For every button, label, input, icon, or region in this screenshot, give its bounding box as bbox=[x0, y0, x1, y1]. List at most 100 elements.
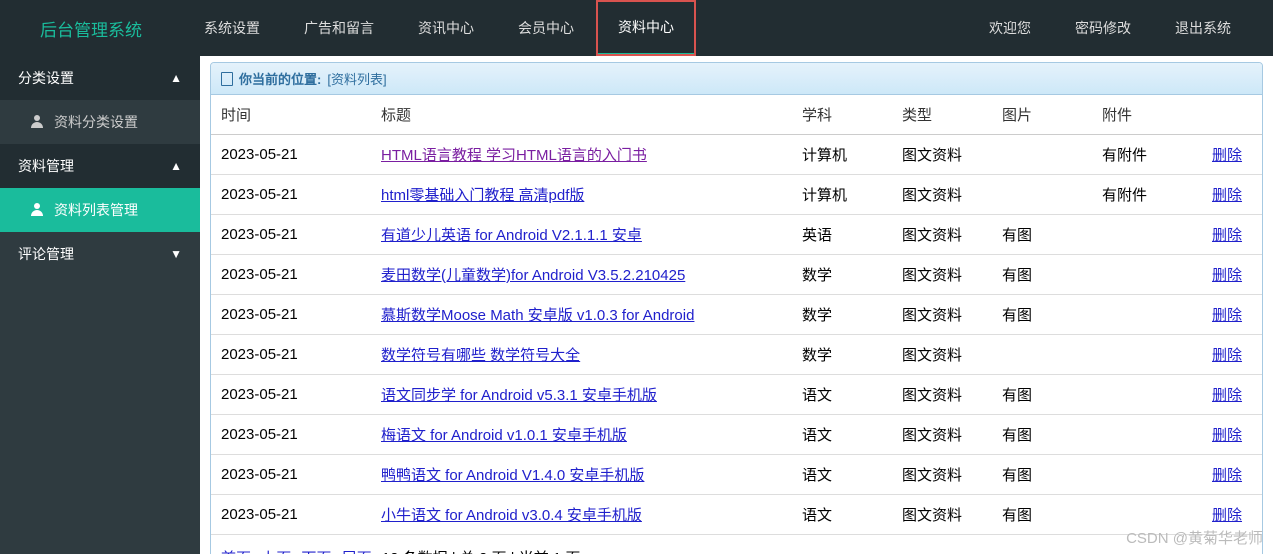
breadcrumb-value: [资料列表] bbox=[327, 69, 386, 88]
sidebar-item-label: 资料分类设置 bbox=[54, 112, 138, 132]
page-prev[interactable]: 上页 bbox=[261, 550, 291, 554]
cell-action: 删除 bbox=[1202, 135, 1262, 175]
chevron-up-icon: ▲ bbox=[170, 71, 182, 85]
delete-link[interactable]: 删除 bbox=[1212, 267, 1242, 284]
document-icon bbox=[221, 72, 233, 86]
cell-action: 删除 bbox=[1202, 375, 1262, 415]
nav-system-settings[interactable]: 系统设置 bbox=[182, 0, 282, 56]
delete-link[interactable]: 删除 bbox=[1212, 307, 1242, 324]
sidebar-group-label: 评论管理 bbox=[18, 244, 74, 264]
col-title: 标题 bbox=[371, 95, 792, 135]
page-last[interactable]: 尾页 bbox=[342, 550, 372, 554]
cell-pic bbox=[992, 135, 1092, 175]
cell-type: 图文资料 bbox=[892, 495, 992, 535]
cell-subject: 语文 bbox=[792, 495, 892, 535]
delete-link[interactable]: 删除 bbox=[1212, 387, 1242, 404]
sidebar-group-resource[interactable]: 资料管理 ▲ bbox=[0, 144, 200, 188]
title-link[interactable]: 慕斯数学Moose Math 安卓版 v1.0.3 for Android bbox=[381, 307, 694, 324]
cell-date: 2023-05-21 bbox=[211, 295, 371, 335]
col-action bbox=[1202, 95, 1262, 135]
table-row: 2023-05-21数学符号有哪些 数学符号大全数学图文资料删除 bbox=[211, 335, 1262, 375]
cell-subject: 数学 bbox=[792, 255, 892, 295]
table-row: 2023-05-21语文同步学 for Android v5.3.1 安卓手机版… bbox=[211, 375, 1262, 415]
table-row: 2023-05-21html零基础入门教程 高清pdf版计算机图文资料有附件删除 bbox=[211, 175, 1262, 215]
cell-pic bbox=[992, 175, 1092, 215]
delete-link[interactable]: 删除 bbox=[1212, 347, 1242, 364]
person-icon bbox=[30, 115, 44, 129]
breadcrumb: 你当前的位置: [资料列表] bbox=[211, 63, 1262, 95]
table-header-row: 时间 标题 学科 类型 图片 附件 bbox=[211, 95, 1262, 135]
page-first[interactable]: 首页 bbox=[221, 550, 251, 554]
col-pic: 图片 bbox=[992, 95, 1092, 135]
delete-link[interactable]: 删除 bbox=[1212, 467, 1242, 484]
nav-change-password[interactable]: 密码修改 bbox=[1053, 0, 1153, 56]
cell-date: 2023-05-21 bbox=[211, 495, 371, 535]
title-link[interactable]: 麦田数学(儿童数学)for Android V3.5.2.210425 bbox=[381, 267, 685, 284]
page-next[interactable]: 下页 bbox=[301, 550, 331, 554]
nav-welcome: 欢迎您 bbox=[967, 0, 1053, 56]
delete-link[interactable]: 删除 bbox=[1212, 187, 1242, 204]
sidebar-group-category[interactable]: 分类设置 ▲ bbox=[0, 56, 200, 100]
sidebar-item-label: 资料列表管理 bbox=[54, 200, 138, 220]
page-summary: 12 条数据 | 总 2 页 | 当前 1 页 bbox=[382, 550, 581, 554]
cell-type: 图文资料 bbox=[892, 215, 992, 255]
cell-action: 删除 bbox=[1202, 335, 1262, 375]
col-date: 时间 bbox=[211, 95, 371, 135]
delete-link[interactable]: 删除 bbox=[1212, 147, 1242, 164]
cell-type: 图文资料 bbox=[892, 455, 992, 495]
cell-subject: 语文 bbox=[792, 375, 892, 415]
table-row: 2023-05-21 小牛语文 for Android v3.0.4 安卓手机版 语… bbox=[211, 495, 1262, 535]
cell-pic: 有图 bbox=[992, 495, 1092, 535]
table-row: 2023-05-21 慕斯数学Moose Math 安卓版 v1.0.3 for … bbox=[211, 295, 1262, 335]
delete-link[interactable]: 删除 bbox=[1212, 507, 1242, 524]
cell-attach bbox=[1092, 295, 1202, 335]
cell-title: 语文同步学 for Android v5.3.1 安卓手机版 bbox=[371, 375, 792, 415]
title-link[interactable]: 小牛语文 for Android v3.0.4 安卓手机版 bbox=[381, 507, 642, 524]
table-row: 2023-05-21HTML语言教程 学习HTML语言的入门书计算机图文资料有附… bbox=[211, 135, 1262, 175]
title-link[interactable]: 鸭鸭语文 for Android V1.4.0 安卓手机版 bbox=[381, 467, 644, 484]
cell-type: 图文资料 bbox=[892, 375, 992, 415]
title-link[interactable]: html零基础入门教程 高清pdf版 bbox=[381, 187, 584, 204]
col-attach: 附件 bbox=[1092, 95, 1202, 135]
cell-attach: 有附件 bbox=[1092, 175, 1202, 215]
cell-pic: 有图 bbox=[992, 255, 1092, 295]
cell-title: 慕斯数学Moose Math 安卓版 v1.0.3 for Android bbox=[371, 295, 792, 335]
nav-ads-messages[interactable]: 广告和留言 bbox=[282, 0, 396, 56]
sidebar-item-resource-list[interactable]: 资料列表管理 bbox=[0, 188, 200, 232]
sidebar-item-category-setup[interactable]: 资料分类设置 bbox=[0, 100, 200, 144]
sidebar-group-comments[interactable]: 评论管理 ▼ bbox=[0, 232, 200, 276]
chevron-down-icon: ▼ bbox=[170, 247, 182, 261]
cell-title: 麦田数学(儿童数学)for Android V3.5.2.210425 bbox=[371, 255, 792, 295]
title-link[interactable]: 梅语文 for Android v1.0.1 安卓手机版 bbox=[381, 427, 627, 444]
delete-link[interactable]: 删除 bbox=[1212, 427, 1242, 444]
col-type: 类型 bbox=[892, 95, 992, 135]
cell-action: 删除 bbox=[1202, 295, 1262, 335]
cell-title: 有道少儿英语 for Android V2.1.1.1 安卓 bbox=[371, 215, 792, 255]
main-nav: 系统设置 广告和留言 资讯中心 会员中心 资料中心 bbox=[182, 0, 967, 56]
chevron-up-icon: ▲ bbox=[170, 159, 182, 173]
title-link[interactable]: 数学符号有哪些 数学符号大全 bbox=[381, 347, 580, 364]
cell-action: 删除 bbox=[1202, 215, 1262, 255]
delete-link[interactable]: 删除 bbox=[1212, 227, 1242, 244]
cell-action: 删除 bbox=[1202, 175, 1262, 215]
nav-member-center[interactable]: 会员中心 bbox=[496, 0, 596, 56]
sidebar-group-label: 分类设置 bbox=[18, 68, 74, 88]
nav-logout[interactable]: 退出系统 bbox=[1153, 0, 1253, 56]
table-row: 2023-05-21 麦田数学(儿童数学)for Android V3.5.2.2… bbox=[211, 255, 1262, 295]
cell-date: 2023-05-21 bbox=[211, 255, 371, 295]
cell-pic: 有图 bbox=[992, 455, 1092, 495]
table-row: 2023-05-21有道少儿英语 for Android V2.1.1.1 安卓… bbox=[211, 215, 1262, 255]
cell-date: 2023-05-21 bbox=[211, 175, 371, 215]
title-link[interactable]: HTML语言教程 学习HTML语言的入门书 bbox=[381, 147, 647, 164]
cell-pic bbox=[992, 335, 1092, 375]
cell-action: 删除 bbox=[1202, 255, 1262, 295]
cell-subject: 数学 bbox=[792, 295, 892, 335]
nav-resource-center[interactable]: 资料中心 bbox=[596, 0, 696, 56]
title-link[interactable]: 有道少儿英语 for Android V2.1.1.1 安卓 bbox=[381, 227, 642, 244]
cell-action: 删除 bbox=[1202, 455, 1262, 495]
cell-title: 梅语文 for Android v1.0.1 安卓手机版 bbox=[371, 415, 792, 455]
nav-news-center[interactable]: 资讯中心 bbox=[396, 0, 496, 56]
cell-type: 图文资料 bbox=[892, 135, 992, 175]
cell-attach bbox=[1092, 375, 1202, 415]
title-link[interactable]: 语文同步学 for Android v5.3.1 安卓手机版 bbox=[381, 387, 657, 404]
